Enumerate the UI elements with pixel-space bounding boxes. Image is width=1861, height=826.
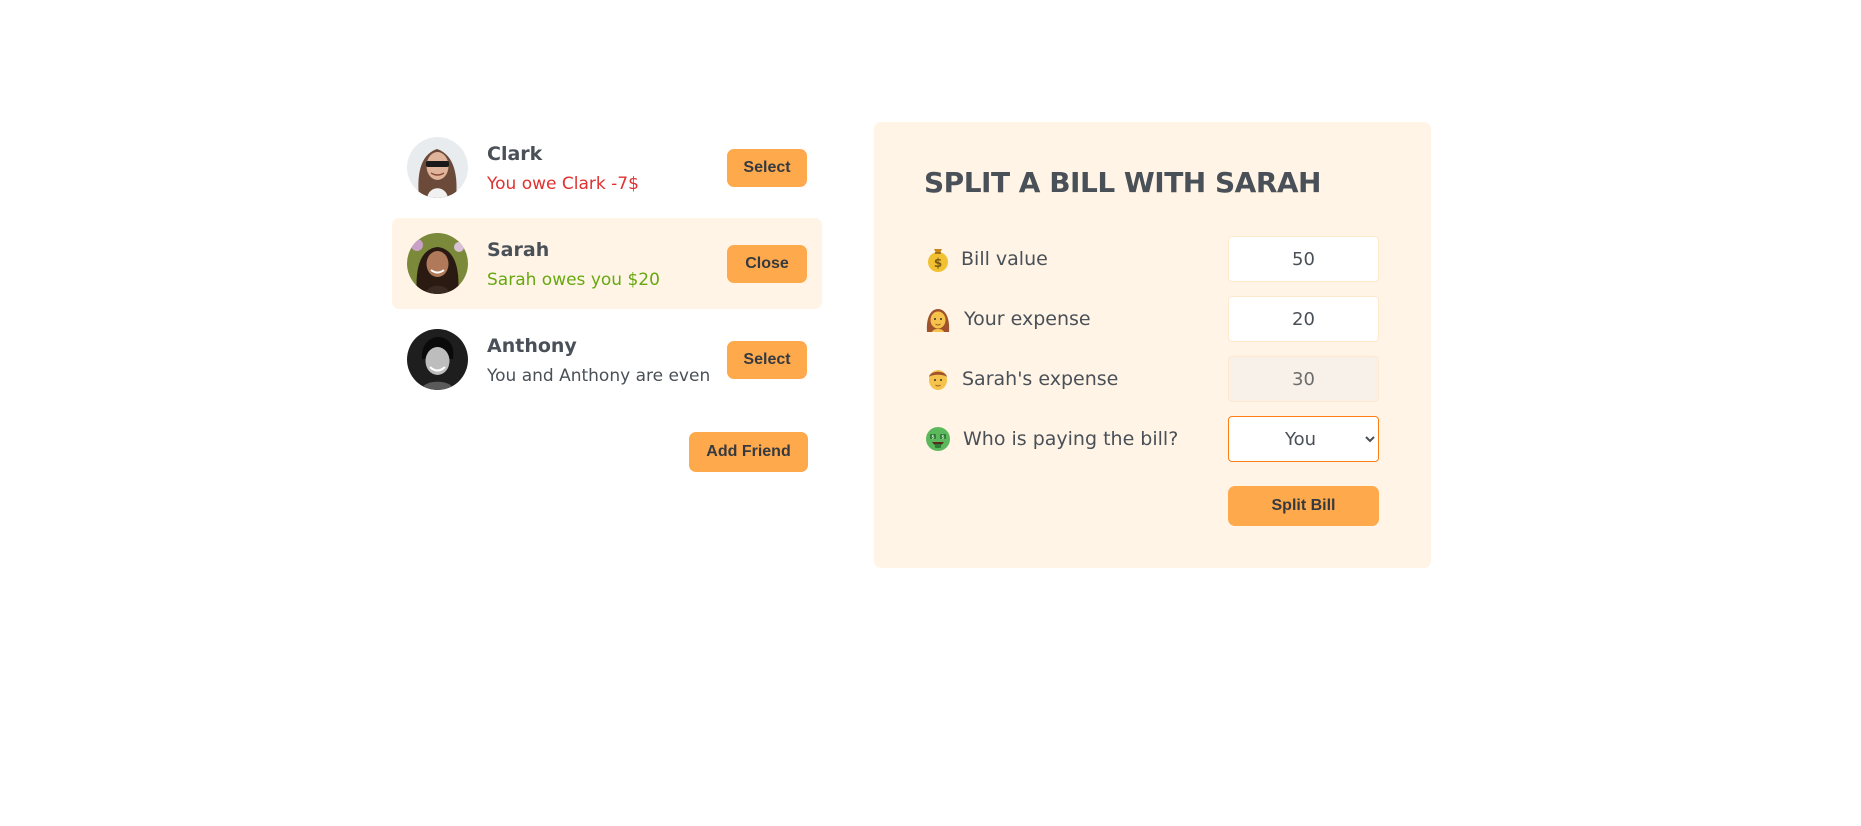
friend-expense-label: Sarah's expense [962,368,1119,390]
friend-item-anthony: Anthony You and Anthony are even Select [392,314,822,405]
payer-select[interactable]: You [1228,416,1379,462]
payer-row: $ $ Who is paying the bill? You [924,416,1381,462]
your-expense-input[interactable] [1228,296,1379,342]
svg-text:$: $ [941,435,944,441]
select-friend-button[interactable]: Select [727,149,807,187]
select-friend-button[interactable]: Select [727,341,807,379]
woman-icon [924,305,952,333]
your-expense-row: Your expense [924,296,1381,342]
friend-balance: You and Anthony are even [487,366,711,386]
money-bag-icon: $ [924,245,952,273]
close-friend-button[interactable]: Close [727,245,807,283]
friend-item-clark: Clark You owe Clark -7$ Select [392,122,822,213]
friend-name: Clark [487,143,543,165]
friend-name: Sarah [487,239,550,261]
bill-value-row: $ Bill value [924,236,1381,282]
your-expense-label: Your expense [964,308,1091,330]
friends-list: Clark You owe Clark -7$ Select Sarah Sar… [392,122,822,410]
eat-n-split-app: Clark You owe Clark -7$ Select Sarah Sar… [0,0,1861,826]
friend-item-sarah: Sarah Sarah owes you $20 Close [392,218,822,309]
svg-text:$: $ [931,435,934,441]
person-icon [924,365,952,393]
split-bill-form: SPLIT A BILL WITH SARAH $ Bill value 50 … [874,122,1431,568]
avatar [407,233,468,294]
split-bill-button[interactable]: Split Bill [1228,486,1379,526]
friend-balance: Sarah owes you $20 [487,270,660,290]
bill-value-input[interactable] [1228,236,1379,282]
friend-name: Anthony [487,335,577,357]
payer-label: Who is paying the bill? [963,428,1179,450]
add-friend-button[interactable]: Add Friend [689,432,808,472]
friend-balance: You owe Clark -7$ [487,174,639,194]
svg-text:$: $ [934,256,942,270]
money-mouth-face-icon: $ $ [924,425,952,453]
bill-value-label: Bill value [961,248,1048,270]
avatar [407,137,468,198]
avatar [407,329,468,390]
friend-expense-input [1228,356,1379,402]
form-title: SPLIT A BILL WITH SARAH [924,166,1322,199]
friend-expense-row: Sarah's expense [924,356,1381,402]
